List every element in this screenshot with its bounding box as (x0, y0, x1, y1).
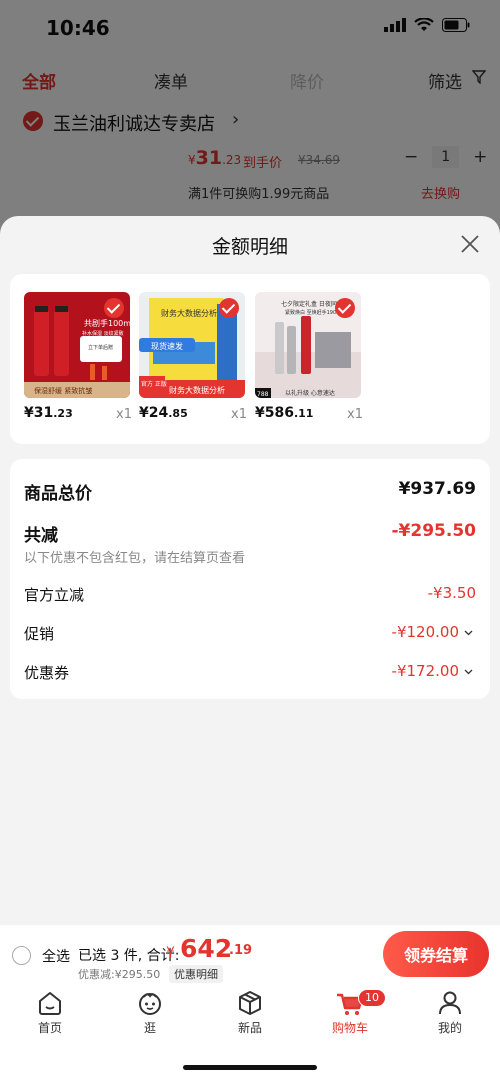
box-icon (239, 991, 261, 1015)
coupon-label: 优惠券 (24, 664, 70, 682)
image-text-4: 保湿舒缓 紧致抗皱 (34, 386, 92, 395)
official-discount-value: -¥3.50 (427, 584, 476, 602)
image-text-3: 官方 正版 (141, 380, 167, 388)
checkout-bar: 全选 已选 3 件, 合计: ¥ 642 .19 优惠减:¥295.50 优惠明… (0, 925, 500, 983)
selected-check-icon (104, 298, 124, 318)
goods-price: ¥24.85 (139, 405, 188, 421)
price-summary: 商品总价 ¥937.69 共减 -¥295.50 以下优惠不包含红包，请在结算页… (10, 459, 490, 699)
product-image-proya-gift-set: 七夕限定礼盒 日夜同修 紧致焕白 至焕赶手190ml 以礼升级 心意速达 788 (255, 292, 361, 398)
tab-browse[interactable]: 逛 (110, 989, 190, 1036)
promotion-value[interactable]: -¥120.00 (392, 623, 459, 641)
tab-label: 首页 (37, 1021, 62, 1035)
goods-qty: x1 (347, 407, 363, 422)
goods-list: 共剧手100ml 补水保湿 淡纹紧致 立下单后赠 保湿舒缓 紧致抗皱 ¥31.2… (10, 274, 490, 444)
chevron-down-icon[interactable] (464, 630, 473, 636)
selected-check-icon (219, 298, 239, 318)
coupon-value[interactable]: -¥172.00 (392, 662, 459, 680)
product-image-olay-toner: 共剧手100ml 补水保湿 淡纹紧致 立下单后赠 保湿舒缓 紧致抗皱 (24, 292, 130, 398)
total-price-value: ¥937.69 (398, 479, 476, 499)
image-text-1: 七夕限定礼盒 日夜同修 (281, 300, 343, 308)
tab-label: 逛 (143, 1021, 156, 1035)
image-text-2: 现货速发 (151, 341, 183, 351)
goods-price: ¥31.23 (24, 405, 73, 421)
discount-detail-button[interactable]: 优惠明细 (169, 965, 223, 983)
image-text-1: 共剧手100ml (84, 318, 130, 328)
image-text-2: 紧致焕白 至焕赶手190ml (285, 309, 342, 316)
goods-qty: x1 (231, 407, 247, 422)
reduce-note: 以下优惠不包含红包，请在结算页查看 (24, 551, 246, 566)
tab-new[interactable]: 新品 (210, 989, 290, 1036)
user-icon (439, 991, 461, 1015)
image-text-2: 补水保湿 淡纹紧致 (82, 330, 124, 337)
image-text-3: 立下单后赠 (88, 344, 113, 351)
total-amount-int: 642 (180, 934, 233, 963)
image-text-3: 以礼升级 心意速达 (285, 389, 335, 397)
home-indicator (183, 1065, 317, 1070)
select-all-checkbox[interactable] (12, 946, 31, 965)
home-icon (39, 992, 61, 1015)
official-discount-label: 官方立减 (24, 586, 85, 604)
cart-badge: 10 (358, 989, 386, 1007)
image-text-4: 788 (257, 391, 269, 398)
total-price-label: 商品总价 (24, 484, 92, 504)
total-currency: ¥ (166, 945, 175, 961)
discount-summary: 优惠减:¥295.50 (78, 968, 161, 981)
chevron-down-icon[interactable] (464, 669, 473, 675)
tab-profile[interactable]: 我的 (410, 989, 490, 1036)
image-text-1: 财务大数据分析 (161, 308, 217, 318)
total-amount-dec: .19 (229, 943, 253, 958)
tab-label: 新品 (237, 1021, 262, 1035)
reduce-label: 共减 (24, 526, 58, 546)
close-icon[interactable] (460, 234, 480, 254)
checkout-button[interactable]: 领券结算 (383, 931, 489, 977)
product-image-finance-book: 财务大数据分析 现货速发 官方 正版 财务大数据分析 (139, 292, 245, 398)
reduce-value: -¥295.50 (391, 521, 477, 541)
tab-label: 我的 (437, 1021, 462, 1035)
goods-price: ¥586.11 (255, 405, 314, 421)
image-text-4: 财务大数据分析 (169, 385, 225, 395)
select-all-label[interactable]: 全选 (42, 946, 70, 966)
promotion-label: 促销 (24, 625, 55, 643)
selected-check-icon (335, 298, 355, 318)
selected-count: 已选 3 件, 合计: (78, 948, 180, 964)
tab-label: 购物车 (331, 1021, 368, 1035)
sheet-title: 金额明细 (211, 236, 288, 258)
goods-qty: x1 (116, 407, 132, 422)
tab-cart[interactable]: 10 购物车 (310, 989, 390, 1036)
tab-home[interactable]: 首页 (10, 989, 90, 1036)
face-icon (139, 993, 161, 1015)
